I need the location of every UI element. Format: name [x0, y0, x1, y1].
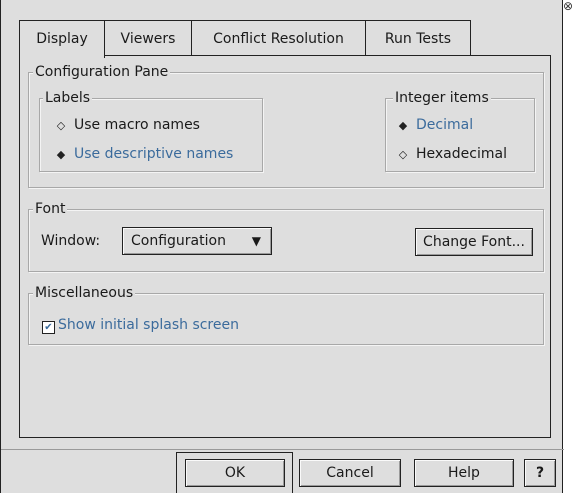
dropdown-arrow-icon: ▼ — [251, 234, 261, 248]
tab-pane-border — [19, 437, 551, 438]
tab-pane-border — [550, 55, 551, 438]
radio-label: Use macro names — [74, 117, 200, 133]
miscellaneous-group-title: Miscellaneous — [33, 285, 136, 301]
tab-pane-border — [19, 55, 20, 438]
window-dropdown[interactable]: Configuration ▼ — [122, 227, 272, 255]
radio-use-macro-names[interactable]: ◇ Use macro names — [54, 116, 200, 135]
radio-use-descriptive-names[interactable]: ◆ Use descriptive names — [54, 145, 234, 164]
radio-off-icon: ◇ — [398, 148, 408, 161]
radio-label: Use descriptive names — [74, 146, 234, 162]
configuration-pane-title: Configuration Pane — [33, 64, 171, 80]
font-group-title: Font — [33, 201, 68, 217]
radio-decimal[interactable]: ◆ Decimal — [396, 116, 473, 135]
close-icon[interactable]: ⊗ — [563, 0, 575, 18]
check-icon: ✔ — [42, 321, 55, 334]
context-help-button[interactable]: ? — [524, 459, 556, 487]
radio-on-icon: ◆ — [56, 148, 66, 161]
cancel-button[interactable]: Cancel — [299, 459, 401, 487]
integer-items-group-title: Integer items — [393, 90, 491, 106]
preferences-dialog: Display Viewers Conflict Resolution Run … — [0, 0, 564, 493]
splash-screen-label: Show initial splash screen — [58, 317, 239, 333]
splash-screen-checkbox[interactable]: ✔ Show initial splash screen — [42, 316, 239, 334]
button-bar-divider — [1, 449, 564, 450]
tab-display[interactable]: Display — [19, 20, 105, 58]
radio-label: Decimal — [416, 117, 474, 133]
window-dropdown-value: Configuration — [131, 233, 226, 249]
active-tab-gap — [20, 55, 104, 57]
labels-group-title: Labels — [43, 90, 93, 106]
change-font-button[interactable]: Change Font... — [415, 228, 533, 256]
radio-hexadecimal[interactable]: ◇ Hexadecimal — [396, 145, 507, 164]
tab-run-tests[interactable]: Run Tests — [365, 20, 471, 56]
radio-label: Hexadecimal — [416, 146, 507, 162]
window-label: Window: — [41, 233, 101, 249]
radio-on-icon: ◆ — [398, 119, 408, 132]
tab-viewers[interactable]: Viewers — [104, 20, 192, 56]
tab-conflict-resolution[interactable]: Conflict Resolution — [191, 20, 366, 56]
help-button[interactable]: Help — [414, 459, 514, 487]
ok-button[interactable]: OK — [185, 459, 285, 487]
radio-off-icon: ◇ — [56, 119, 66, 132]
